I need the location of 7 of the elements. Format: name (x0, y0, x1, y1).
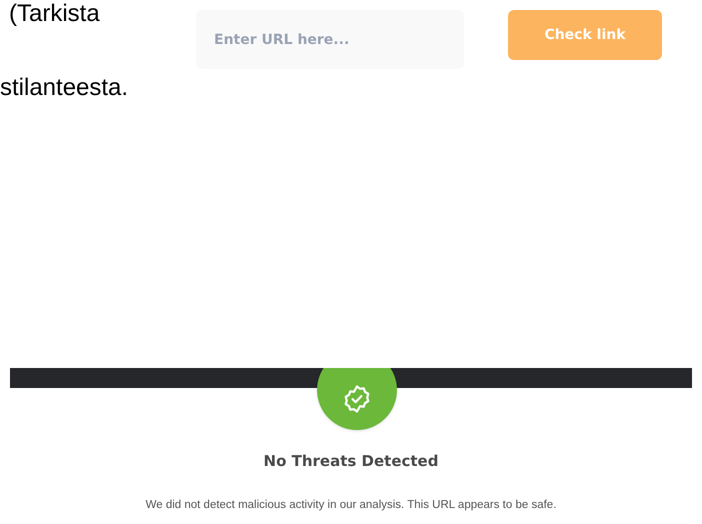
body-text: (Tarkista (9, 0, 101, 29)
result-description: We did not detect malicious activity in our analysis. This URL appears to be safe. (146, 498, 556, 512)
url-field[interactable]: Enter URL here... (196, 10, 464, 69)
check-link-button[interactable]: Check link (508, 10, 662, 60)
verified-badge-icon (342, 384, 372, 414)
body-text: stilanteesta. (0, 73, 130, 103)
result-title: No Threats Detected (264, 451, 438, 472)
